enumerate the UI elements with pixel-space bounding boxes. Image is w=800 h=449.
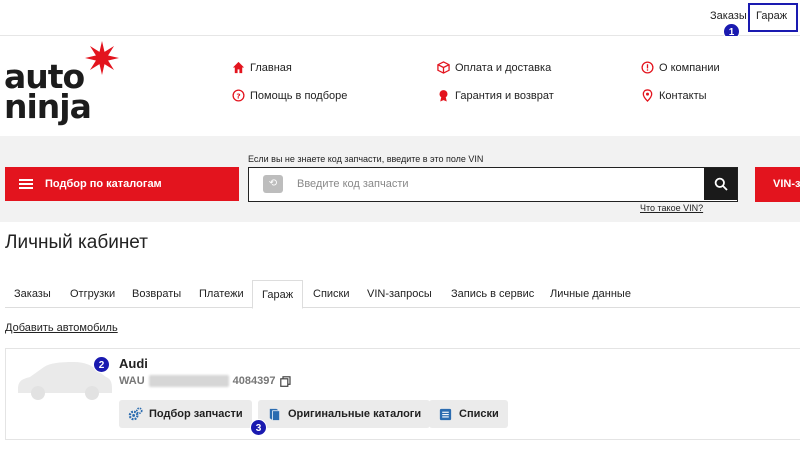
nav-about[interactable]: О компании [641,61,720,74]
car-vin-prefix: WAU [119,375,145,387]
tab-orders[interactable]: Заказы [5,280,60,308]
car-vin: WAU 4084397 [119,375,291,387]
nav-home[interactable]: Главная [232,61,292,74]
search-button[interactable] [704,168,737,200]
home-icon [232,61,245,74]
nav-contacts-label: Контакты [659,89,707,102]
original-catalogs-label: Оригинальные каталоги [288,408,422,420]
nav-warranty-label: Гарантия и возврат [455,89,554,102]
tab-garage[interactable]: Гараж [252,280,304,309]
logo-line-ninja: ninja [4,87,92,126]
book-icon [269,408,280,420]
tab-service-booking[interactable]: Запись в сервис [442,280,543,308]
gears-icon [128,406,143,420]
logo-star-icon [85,41,119,75]
vin-redacted [148,375,229,387]
vin-request-button[interactable]: VIN-запрос [755,167,800,202]
nav-warranty[interactable]: Гарантия и возврат [437,89,554,102]
parts-selection-button[interactable]: Подбор запчасти [119,400,252,428]
original-catalogs-button[interactable]: Оригинальные каталоги [258,400,431,428]
top-orders-link[interactable]: Заказы [710,10,747,22]
search-band: Подбор по каталогам Если вы не знаете ко… [0,136,800,222]
svg-text:?: ? [236,91,240,100]
annotation-marker-2: 2 [93,356,110,373]
top-bar: Заказы Гараж 1 [0,0,800,40]
annotation-marker-3: 3 [250,419,267,436]
tab-payments[interactable]: Платежи [190,280,253,308]
tab-personal-data[interactable]: Личные данные [541,280,640,308]
logo[interactable]: auto ninja [4,40,124,130]
tab-vin-requests[interactable]: VIN-запросы [358,280,441,308]
question-icon: ? [232,89,245,102]
lists-label: Списки [459,408,499,420]
search-input[interactable] [297,176,697,192]
map-pin-icon [642,89,653,102]
site-header: auto ninja Главная Оплата и доставка О к… [0,36,800,136]
nav-home-label: Главная [250,61,292,74]
top-garage-link[interactable]: Гараж [756,10,787,22]
account-tabs: Заказы Отгрузки Возвраты Платежи Гараж С… [5,280,800,309]
page-title: Личный кабинет [5,232,148,253]
nav-about-label: О компании [659,61,720,74]
car-vin-suffix: 4084397 [232,375,276,387]
catalog-button[interactable]: Подбор по каталогам [5,167,239,201]
menu-icon [19,179,33,189]
nav-payment-label: Оплата и доставка [455,61,552,74]
what-is-vin-link[interactable]: Что такое VIN? [640,203,703,213]
info-icon [641,61,654,74]
add-car-link[interactable]: Добавить автомобиль [5,322,118,334]
vin-hint: Если вы не знаете код запчасти, введите … [248,154,484,164]
parts-selection-label: Подбор запчасти [149,408,243,420]
nav-help-label: Помощь в подборе [250,89,348,102]
nav-payment[interactable]: Оплата и доставка [437,61,551,74]
medal-icon [439,90,448,102]
copy-icon[interactable] [279,375,291,387]
tab-shipments[interactable]: Отгрузки [61,280,124,308]
catalog-button-label: Подбор по каталогам [45,178,162,190]
nav-help[interactable]: ? Помощь в подборе [232,89,347,102]
tab-returns[interactable]: Возвраты [123,280,190,308]
search-box: ⟲ [248,167,738,202]
list-icon [439,408,452,420]
box-icon [437,61,450,74]
tab-lists[interactable]: Списки [304,280,359,308]
car-card: 2 Audi WAU 4084397 Подбор запчасти Ориги… [5,348,800,440]
lists-button[interactable]: Списки [429,400,508,428]
search-icon [714,177,728,191]
car-brand: Audi [119,356,148,371]
history-icon[interactable]: ⟲ [263,175,283,193]
nav-contacts[interactable]: Контакты [641,89,707,102]
